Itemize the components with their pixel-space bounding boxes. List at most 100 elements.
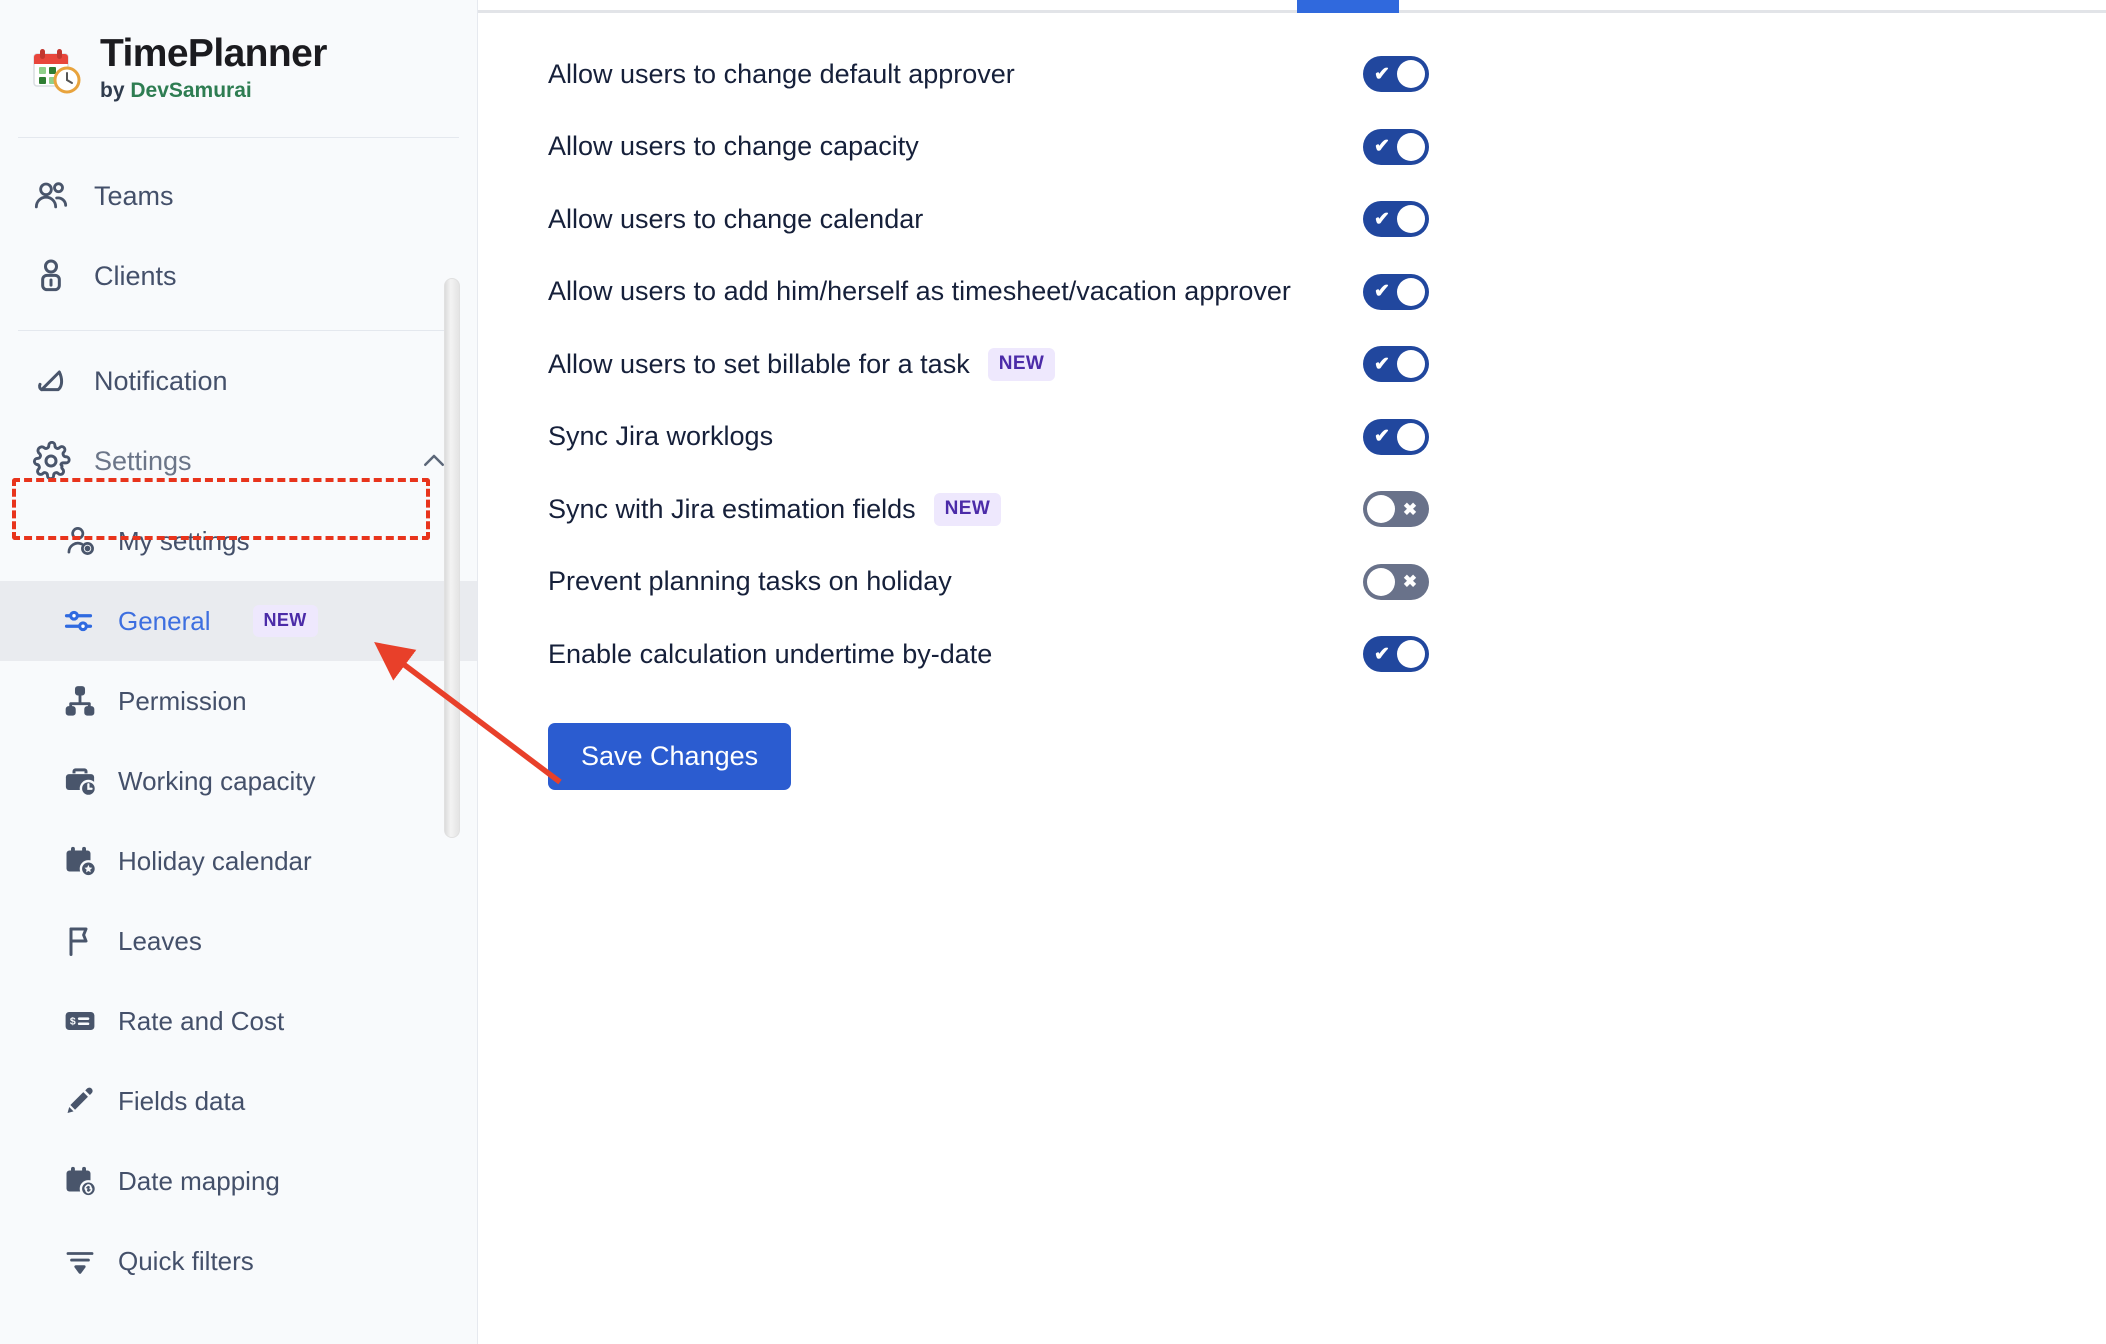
toggle-allow-change-calendar[interactable]: ✔: [1363, 201, 1429, 238]
setting-label: Allow users to add him/herself as timesh…: [548, 276, 1291, 307]
setting-row: Allow users to change default approver ✔: [548, 38, 1478, 111]
sidebar-item-label: Leaves: [118, 925, 202, 956]
setting-label-wrap: Allow users to change capacity: [548, 131, 919, 162]
toggle-cell: ✔: [1358, 346, 1478, 383]
save-changes-button[interactable]: Save Changes: [548, 723, 792, 790]
sidebar-item-label: Notification: [94, 365, 228, 396]
sidebar-item-label: Teams: [94, 180, 174, 211]
sliders-icon: [62, 603, 98, 639]
check-icon: ✔: [1374, 208, 1390, 230]
pencil-icon: [62, 1083, 98, 1119]
toggle-cell: ✖: [1358, 491, 1478, 528]
sidebar: TimePlanner by DevSamurai Teams Clients …: [0, 0, 562, 1344]
app-title: TimePlanner: [100, 32, 327, 76]
toggle-knob: [1367, 567, 1395, 596]
toggle-cell: ✔: [1358, 273, 1478, 310]
toggle-cell: ✔: [1358, 201, 1478, 238]
sidebar-item-notification[interactable]: Notification: [0, 341, 477, 421]
toggle-allow-set-billable[interactable]: ✔: [1363, 346, 1429, 383]
gear-icon: [30, 440, 72, 482]
setting-label: Prevent planning tasks on holiday: [548, 566, 952, 597]
setting-label: Allow users to set billable for a task: [548, 348, 970, 379]
setting-label-wrap: Allow users to change calendar: [548, 204, 923, 235]
sidebar-item-label: Settings: [94, 445, 192, 476]
setting-label-wrap: Allow users to change default approver: [548, 59, 1015, 90]
sidebar-nav: Teams Clients Notification Settings My s…: [0, 138, 477, 1301]
settings-submenu: My settings General NEW Permission Worki…: [0, 501, 477, 1301]
sidebar-item-label: Working capacity: [118, 765, 316, 796]
sidebar-item-settings[interactable]: Settings: [0, 421, 477, 501]
flag-icon: [62, 923, 98, 959]
sidebar-item-rate-and-cost[interactable]: $ Rate and Cost: [0, 981, 477, 1061]
sidebar-item-label: Fields data: [118, 1085, 246, 1116]
user-settings-icon: [62, 523, 98, 559]
user-lock-icon: [30, 255, 72, 297]
brand-text: TimePlanner by DevSamurai: [100, 32, 327, 103]
sidebar-item-quick-filters[interactable]: Quick filters: [0, 1221, 477, 1301]
sidebar-item-clients[interactable]: Clients: [0, 236, 477, 316]
setting-row: Sync Jira worklogs ✔: [548, 401, 1478, 474]
sidebar-item-label: General: [118, 605, 211, 636]
toggle-sync-jira-worklogs[interactable]: ✔: [1363, 418, 1429, 455]
check-icon: ✔: [1374, 281, 1390, 303]
app-root: TimePlanner by DevSamurai Teams Clients …: [0, 0, 2106, 1344]
sidebar-item-general[interactable]: General NEW: [0, 581, 477, 661]
toggle-sync-jira-estimation-fields[interactable]: ✖: [1363, 491, 1429, 528]
sidebar-scrollbar-track[interactable]: [444, 138, 469, 1344]
sidebar-item-label: Clients: [94, 260, 177, 291]
sidebar-item-teams[interactable]: Teams: [0, 156, 477, 236]
active-tab-indicator[interactable]: [1297, 0, 1399, 13]
brand-vendor-line: by DevSamurai: [100, 79, 327, 102]
sidebar-item-leaves[interactable]: Leaves: [0, 901, 477, 981]
close-icon: ✖: [1402, 572, 1418, 592]
sidebar-scrollbar-thumb[interactable]: [444, 278, 460, 838]
sidebar-item-my-settings[interactable]: My settings: [0, 501, 477, 581]
check-icon: ✔: [1374, 63, 1390, 85]
toggle-cell: ✔: [1358, 56, 1478, 93]
toggle-prevent-planning-on-holiday[interactable]: ✖: [1363, 563, 1429, 600]
by-prefix: by: [100, 79, 131, 103]
sidebar-item-fields-data[interactable]: Fields data: [0, 1061, 477, 1141]
sidebar-item-holiday-calendar[interactable]: Holiday calendar: [0, 821, 477, 901]
sidebar-item-label: My settings: [118, 525, 250, 556]
toggle-allow-change-default-approver[interactable]: ✔: [1363, 56, 1429, 93]
toggle-enable-undertime-by-date[interactable]: ✔: [1363, 636, 1429, 673]
setting-label-wrap: Sync Jira worklogs: [548, 421, 773, 452]
money-card-icon: $: [62, 1003, 98, 1039]
sidebar-item-permission[interactable]: Permission: [0, 661, 477, 741]
sidebar-item-label: Date mapping: [118, 1165, 280, 1196]
sidebar-item-label: Rate and Cost: [118, 1005, 285, 1036]
sidebar-item-date-mapping[interactable]: Date mapping: [0, 1141, 477, 1221]
vendor-name: DevSamurai: [130, 79, 252, 103]
sidebar-item-working-capacity[interactable]: Working capacity: [0, 741, 477, 821]
bell-icon: [30, 360, 72, 402]
top-rule: [478, 10, 2106, 13]
general-settings-list: Allow users to change default approver ✔…: [548, 38, 1478, 691]
setting-row: Allow users to add him/herself as timesh…: [548, 256, 1478, 329]
setting-label: Sync with Jira estimation fields: [548, 493, 916, 524]
briefcase-clock-icon: [62, 763, 98, 799]
check-icon: ✔: [1374, 643, 1390, 665]
close-icon: ✖: [1402, 499, 1418, 519]
toggle-cell: ✔: [1358, 636, 1478, 673]
sidebar-item-label: Holiday calendar: [118, 845, 312, 876]
setting-label: Sync Jira worklogs: [548, 421, 774, 452]
setting-label-wrap: Prevent planning tasks on holiday: [548, 566, 952, 597]
toggle-knob: [1397, 277, 1425, 306]
setting-label-wrap: Sync with Jira estimation fields NEW: [548, 492, 1002, 526]
toggle-allow-self-approver[interactable]: ✔: [1363, 273, 1429, 310]
new-badge: NEW: [987, 347, 1056, 381]
toggle-knob: [1367, 495, 1395, 524]
sidebar-item-label: Quick filters: [118, 1245, 254, 1276]
svg-text:$: $: [70, 1016, 76, 1028]
calendar-clock-icon: [28, 42, 82, 96]
toggle-allow-change-capacity[interactable]: ✔: [1363, 128, 1429, 165]
setting-row: Allow users to change calendar ✔: [548, 183, 1478, 256]
setting-row: Enable calculation undertime by-date ✔: [548, 618, 1478, 691]
setting-row: Sync with Jira estimation fields NEW ✖: [548, 473, 1478, 546]
toggle-knob: [1397, 132, 1425, 161]
setting-label: Allow users to change calendar: [548, 203, 924, 234]
calendar-star-icon: [62, 843, 98, 879]
setting-label-wrap: Allow users to add him/herself as timesh…: [548, 276, 1291, 307]
calendar-link-icon: [62, 1163, 98, 1199]
